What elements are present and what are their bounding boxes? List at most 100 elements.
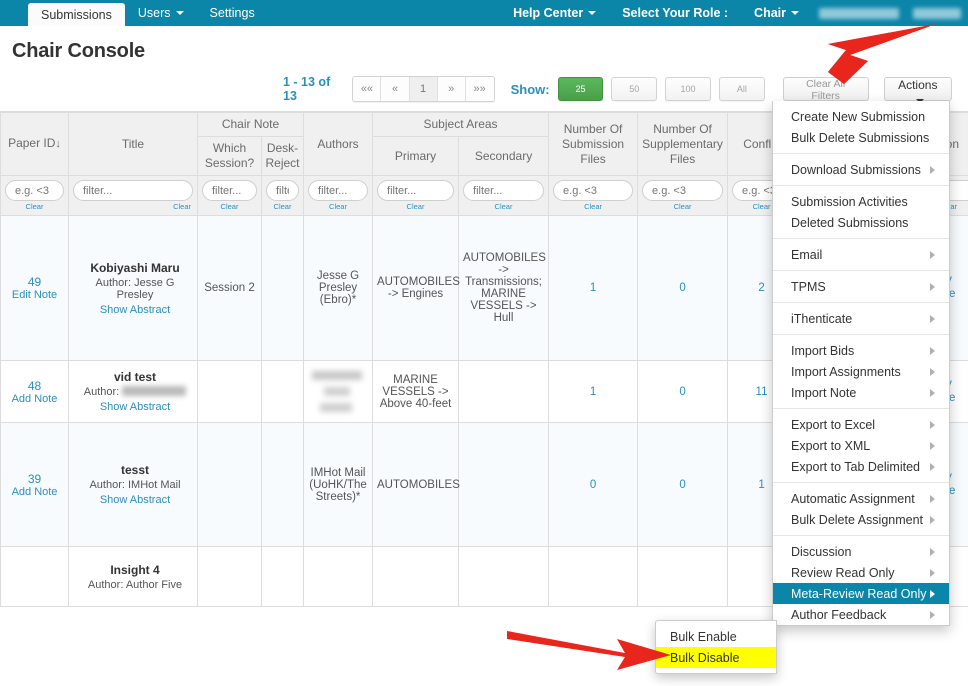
paper-id-link[interactable]: 39: [5, 472, 64, 486]
filter-input-which-session[interactable]: [202, 180, 257, 201]
th-title[interactable]: Title: [68, 112, 198, 176]
menu-item-automatic-assignment[interactable]: Automatic Assignment: [773, 488, 949, 509]
submenu-item-bulk-disable[interactable]: Bulk Disable: [656, 647, 776, 668]
filter-input-authors[interactable]: [308, 180, 369, 201]
filter-input-submission-files[interactable]: [553, 180, 634, 201]
clear-filter-paper-id[interactable]: Clear: [5, 202, 64, 211]
th-desk-reject[interactable]: Desk-Reject: [260, 136, 305, 176]
clear-all-filters-button[interactable]: Clear All Filters: [782, 77, 869, 102]
menu-item-import-bids[interactable]: Import Bids: [773, 340, 949, 361]
menu-item-create-new-submission[interactable]: Create New Submission: [773, 106, 949, 127]
nav-help-center[interactable]: Help Center: [500, 0, 609, 26]
conflicts-link[interactable]: 11: [756, 386, 768, 398]
note-action-link[interactable]: Add Note: [5, 393, 64, 405]
filter-input-primary[interactable]: [377, 180, 455, 201]
page-number-1-button[interactable]: 1: [409, 77, 438, 101]
filter-input-desk-reject[interactable]: [266, 180, 300, 201]
clear-filter-supplementary-files[interactable]: Clear: [642, 202, 723, 211]
menu-item-review-read-only[interactable]: Review Read Only: [773, 562, 949, 583]
filter-input-supplementary-files[interactable]: [642, 180, 724, 201]
menu-item-export-to-xml[interactable]: Export to XML: [773, 435, 949, 456]
cell-paper-id: 49 Edit Note: [0, 215, 69, 361]
nav-tab-settings[interactable]: Settings: [197, 0, 268, 26]
cell-submission-files: [548, 546, 639, 607]
clear-filter-title[interactable]: Clear: [73, 202, 193, 211]
nav-select-role-text: Select Your Role :: [622, 6, 729, 20]
th-which-session[interactable]: Which Session?: [197, 136, 262, 176]
page-next-button[interactable]: »: [437, 77, 466, 101]
pagination-controls: «« « 1 » »»: [352, 76, 495, 102]
clear-filter-authors[interactable]: Clear: [308, 202, 368, 211]
show-abstract-link[interactable]: Show Abstract: [100, 304, 170, 316]
clear-filter-secondary[interactable]: Clear: [463, 202, 544, 211]
submission-files-link[interactable]: 0: [590, 479, 596, 491]
supplementary-files-link[interactable]: 0: [679, 282, 685, 294]
nav-role-chair[interactable]: Chair: [741, 0, 812, 26]
menu-item-label: Import Note: [791, 385, 857, 400]
redacted-signout: [913, 7, 961, 19]
filter-input-secondary[interactable]: [463, 180, 545, 201]
conflicts-link[interactable]: 2: [758, 282, 764, 294]
th-number-of-submission-files[interactable]: Number Of Submission Files: [548, 112, 639, 176]
submission-files-link[interactable]: 1: [590, 386, 596, 398]
filter-cell-supplementary-files: Clear: [637, 175, 729, 216]
menu-item-ithenticate[interactable]: iThenticate: [773, 308, 949, 329]
th-primary[interactable]: Primary: [372, 136, 460, 176]
cell-title: vid test Author: Show Abstract: [68, 360, 198, 423]
note-action-link[interactable]: Add Note: [5, 486, 64, 498]
submission-files-link[interactable]: 1: [590, 282, 596, 294]
page-prev-button[interactable]: «: [381, 77, 410, 101]
meta-review-read-only-submenu[interactable]: Bulk Enable Bulk Disable: [655, 620, 777, 674]
clear-filter-primary[interactable]: Clear: [377, 202, 454, 211]
menu-item-discussion[interactable]: Discussion: [773, 541, 949, 562]
th-secondary[interactable]: Secondary: [458, 136, 550, 176]
menu-item-author-feedback[interactable]: Author Feedback: [773, 604, 949, 625]
supplementary-files-link[interactable]: 0: [679, 479, 685, 491]
nav-tab-users[interactable]: Users: [125, 0, 197, 26]
show-abstract-link[interactable]: Show Abstract: [100, 494, 170, 506]
page-first-button[interactable]: ««: [353, 77, 382, 101]
filter-input-paper-id[interactable]: [5, 180, 64, 201]
page-title: Chair Console: [12, 40, 145, 62]
menu-item-bulk-delete-assignment[interactable]: Bulk Delete Assignment: [773, 509, 949, 530]
menu-item-bulk-delete-submissions[interactable]: Bulk Delete Submissions: [773, 127, 949, 148]
clear-filter-submission-files[interactable]: Clear: [553, 202, 633, 211]
filter-input-title[interactable]: [73, 180, 193, 201]
menu-item-meta-review-read-only[interactable]: Meta-Review Read Only: [773, 583, 949, 604]
show-abstract-link[interactable]: Show Abstract: [100, 401, 170, 413]
nav-tab-submissions[interactable]: Submissions: [28, 3, 125, 26]
clear-filter-which-session[interactable]: Clear: [202, 202, 257, 211]
menu-item-submission-activities[interactable]: Submission Activities: [773, 191, 949, 212]
menu-item-download-submissions[interactable]: Download Submissions: [773, 159, 949, 180]
page-size-50-button[interactable]: 50: [611, 77, 658, 101]
menu-item-import-note[interactable]: Import Note: [773, 382, 949, 403]
menu-item-email[interactable]: Email: [773, 244, 949, 265]
menu-item-deleted-submissions[interactable]: Deleted Submissions: [773, 212, 949, 233]
page-size-100-button[interactable]: 100: [665, 77, 711, 101]
chevron-right-icon: [930, 494, 935, 503]
th-paper-id-label: Paper ID: [8, 136, 56, 151]
submission-author: Author: Jesse G Presley: [77, 277, 193, 301]
actions-dropdown-menu[interactable]: Create New Submission Bulk Delete Submiss…: [772, 101, 950, 626]
note-action-link[interactable]: Edit Note: [5, 289, 64, 301]
page-last-button[interactable]: »»: [465, 77, 494, 101]
filter-cell-which-session: Clear: [197, 175, 262, 216]
cell-paper-id: [0, 546, 69, 607]
paper-id-link[interactable]: 49: [5, 275, 64, 289]
th-number-of-supplementary-files[interactable]: Number Of Supplementary Files: [637, 112, 729, 176]
supplementary-files-link[interactable]: 0: [679, 386, 685, 398]
menu-item-export-to-tab-delimited[interactable]: Export to Tab Delimited: [773, 456, 949, 477]
redacted-authors-value: [312, 368, 365, 415]
menu-item-export-to-excel[interactable]: Export to Excel: [773, 414, 949, 435]
conflicts-link[interactable]: 1: [758, 479, 764, 491]
actions-dropdown-button[interactable]: Actions: [883, 77, 953, 103]
page-size-25-button[interactable]: 25: [557, 77, 604, 101]
th-paper-id[interactable]: Paper ID↓: [0, 112, 69, 176]
clear-filter-desk-reject[interactable]: Clear: [266, 202, 299, 211]
page-size-all-button[interactable]: All: [718, 77, 765, 101]
menu-item-import-assignments[interactable]: Import Assignments: [773, 361, 949, 382]
menu-item-tpms[interactable]: TPMS: [773, 276, 949, 297]
paper-id-link[interactable]: 48: [5, 379, 64, 393]
submenu-item-bulk-enable[interactable]: Bulk Enable: [656, 626, 776, 647]
th-authors[interactable]: Authors: [303, 112, 374, 176]
